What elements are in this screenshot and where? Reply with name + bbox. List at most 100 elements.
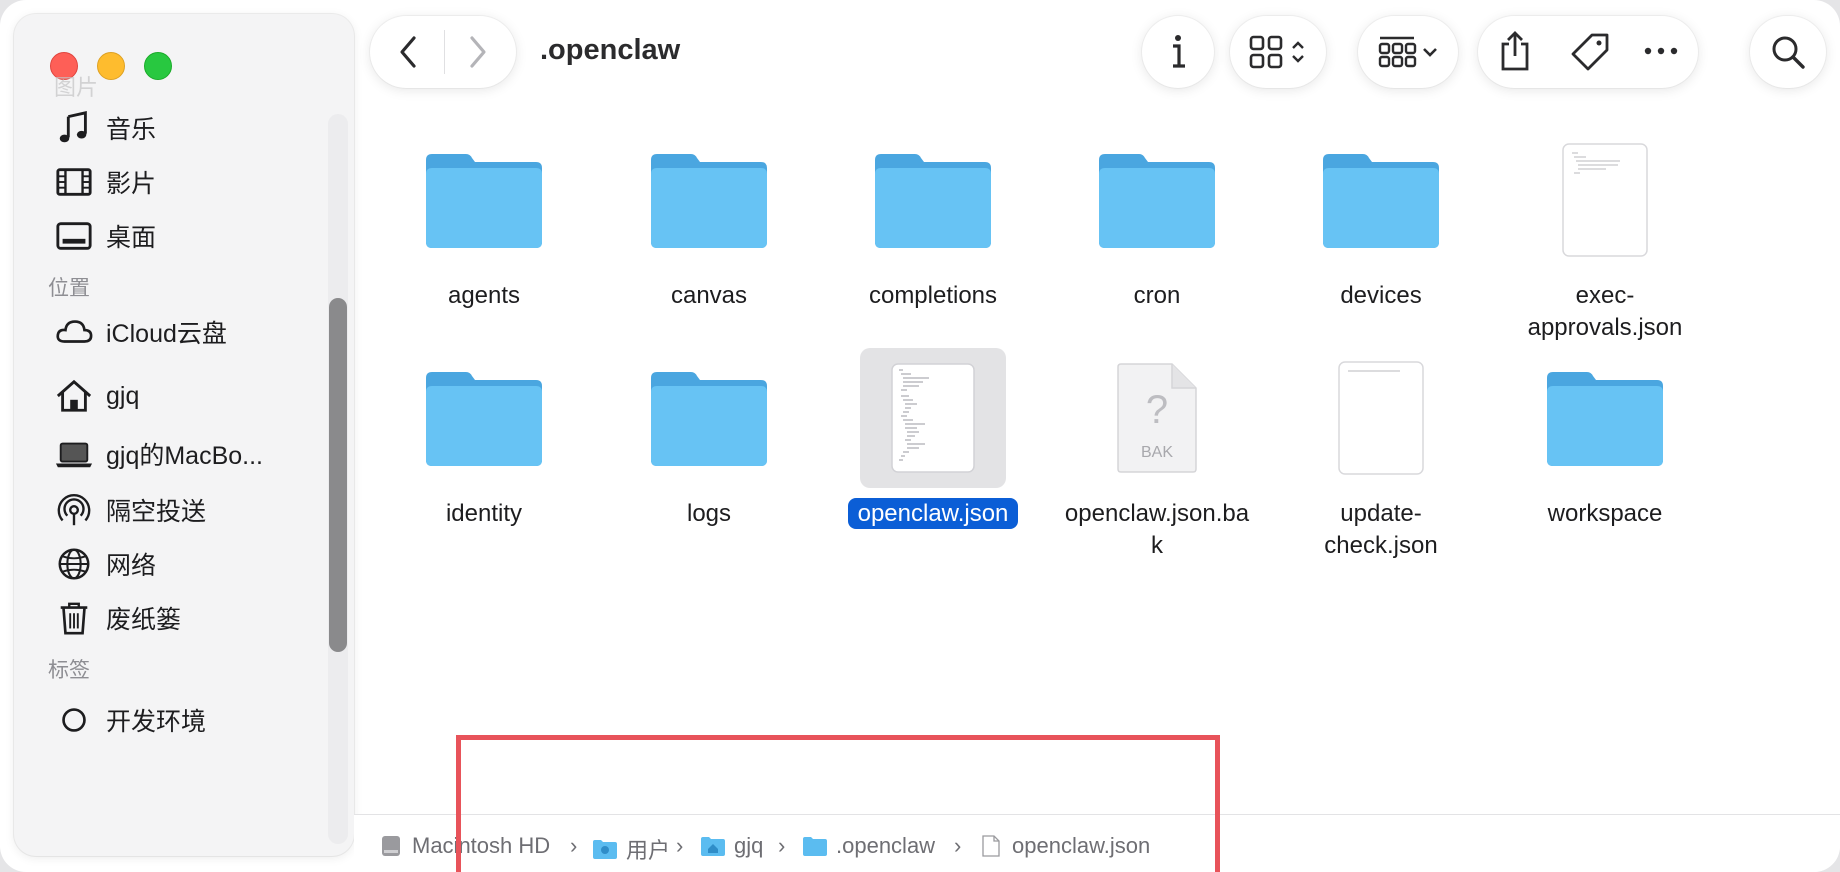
forward-button[interactable] [462,34,492,70]
sidebar-item-label: iCloud云盘 [106,320,227,348]
path-separator-chevron-icon: › [676,833,684,858]
file-name: canvas [670,282,748,309]
sidebar-item-network[interactable]: 网络 [54,542,324,586]
tag-button[interactable] [1570,32,1610,72]
share-icon [1501,31,1529,71]
folder-icon [821,130,1045,270]
search-button[interactable] [1750,16,1826,88]
path-separator-chevron-icon: › [778,833,786,858]
window-title: .openclaw [540,34,681,66]
folder-icon [597,130,821,270]
sidebar-scrollbar-thumb[interactable] [329,298,347,652]
sidebar-item-trash[interactable]: 废纸篓 [54,596,324,640]
folder-icon [372,348,596,488]
sidebar-item-home[interactable]: gjq [54,374,324,418]
folder-icon [802,834,828,858]
hard-drive-icon [378,834,404,858]
info-icon [1173,35,1185,68]
info-button[interactable] [1142,16,1214,88]
tag-circle-icon [54,700,94,740]
sidebar-item-movies[interactable]: 影片 [54,160,324,204]
unknown-file-icon: ? BAK [1045,348,1269,488]
path-separator-chevron-icon: › [954,833,962,858]
airdrop-icon [54,490,94,530]
sidebar-item-macbook[interactable]: gjq的MacBo... [54,432,324,476]
path-crumb-macintosh-hd[interactable]: Macintosh HD [378,833,550,859]
file-name: update-check.json [1324,500,1438,559]
sidebar-item-label: gjq [106,381,140,410]
unknown-glyph: ? [1146,388,1168,432]
sidebar-item-music[interactable]: 音乐 [54,106,324,150]
back-button[interactable] [394,34,424,70]
users-folder-icon [592,837,618,861]
sidebar-item-label: 音乐 [106,116,157,144]
chevron-left-icon [400,36,416,68]
sidebar: 图片 音乐 影片 桌面 位置 iCloud云盘 gjq gjq的MacBo...… [14,14,354,856]
sidebar-section-tags: 标签 [48,659,90,682]
json-file-icon [1493,130,1717,270]
file-name: openclaw.json.ba k [1064,500,1250,559]
file-name: identity [445,500,523,527]
json-file-icon [860,348,1006,488]
path-crumb-openclaw-json[interactable]: openclaw.json [978,833,1150,859]
search-icon [1772,36,1805,69]
sidebar-item-pictures-partial[interactable]: 图片 [54,70,98,102]
file-name: logs [686,500,732,527]
more-button[interactable] [1644,46,1678,56]
laptop-icon [54,434,94,474]
sidebar-item-label: gjq的MacBo... [106,442,264,470]
sidebar-section-locations: 位置 [48,277,90,300]
sidebar-item-label: 网络 [106,552,157,580]
zoom-window-button[interactable] [144,52,172,80]
desktop-icon [54,216,94,256]
path-crumb-users[interactable]: 用户 [592,833,670,865]
path-crumb-openclaw[interactable]: .openclaw [802,833,935,859]
file-name: cron [1133,282,1181,309]
sidebar-item-label: 开发环境 [106,708,207,736]
sidebar-item-icloud[interactable]: iCloud云盘 [54,310,324,354]
path-crumb-gjq[interactable]: gjq [700,833,763,859]
group-icon [1378,36,1417,68]
folder-icon [1045,130,1269,270]
file-name: agents [447,282,521,309]
file-name: workspace [1547,500,1663,527]
cloud-icon [54,312,94,352]
chevron-right-icon [470,36,486,68]
path-separator-chevron-icon: › [570,833,578,858]
share-button[interactable] [1498,30,1532,72]
sidebar-item-label: 影片 [106,170,157,198]
home-folder-icon [700,834,726,858]
sidebar-item-airdrop[interactable]: 隔空投送 [54,488,324,532]
sidebar-item-label: 桌面 [106,224,157,252]
nav-divider [444,30,445,74]
sidebar-item-desktop[interactable]: 桌面 [54,214,324,258]
home-icon [54,376,94,416]
document-icon [978,834,1004,858]
folder-icon [372,130,596,270]
file-name: completions [868,282,998,309]
file-name: exec-approvals.json [1527,282,1683,341]
network-icon [54,544,94,584]
trash-icon [54,598,94,638]
sidebar-item-label: 废纸篓 [106,606,182,634]
view-switcher-button[interactable] [1230,16,1326,88]
nav-buttons [370,16,516,88]
group-button[interactable] [1358,16,1458,88]
music-icon [54,108,94,148]
file-name: devices [1340,282,1422,309]
sidebar-item-label: 隔空投送 [106,498,207,526]
chevron-updown-icon [1292,41,1304,63]
folder-icon [1493,348,1717,488]
file-name-selected: openclaw.json [821,498,1045,530]
more-icon [1644,47,1678,55]
bak-badge: BAK [1141,444,1173,461]
grid-view-icon [1249,35,1283,69]
json-file-icon [1269,348,1493,488]
sidebar-item-tag-dev[interactable]: 开发环境 [54,698,324,742]
action-buttons [1478,16,1698,88]
minimize-window-button[interactable] [97,52,125,80]
film-icon [54,162,94,202]
folder-icon [1269,130,1493,270]
folder-icon [597,348,821,488]
finder-window: 图片 音乐 影片 桌面 位置 iCloud云盘 gjq gjq的MacBo...… [0,0,1840,872]
